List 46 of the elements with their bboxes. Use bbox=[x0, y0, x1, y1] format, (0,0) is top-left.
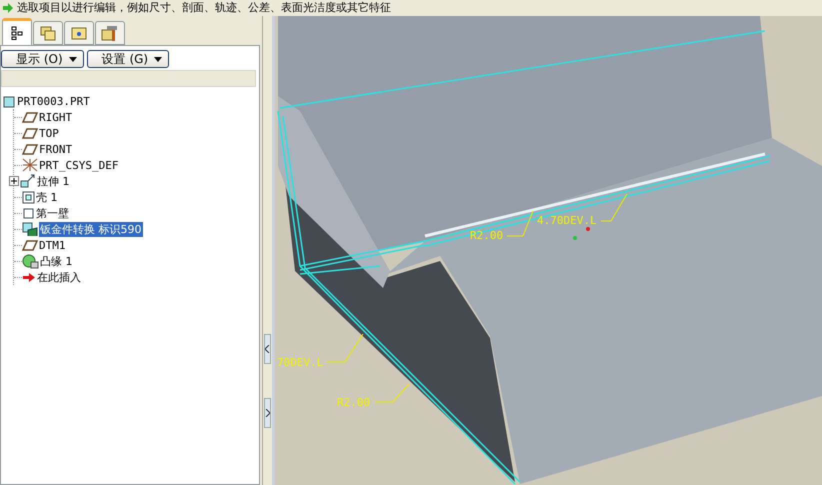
arrow-icon bbox=[2, 3, 14, 13]
datum-plane-icon bbox=[22, 128, 38, 138]
dropdown-button[interactable]: 设置 (G) bbox=[86, 50, 170, 68]
wall-icon bbox=[22, 206, 35, 220]
leader-line bbox=[600, 194, 628, 222]
arrow-icon bbox=[22, 272, 36, 282]
tree-item[interactable]: 在此插入 bbox=[36, 270, 82, 284]
datum-plane-icon bbox=[22, 144, 38, 154]
tree-item[interactable]: PRT0003.PRT bbox=[16, 94, 91, 108]
dimension-label: 4.70DEV.L bbox=[537, 214, 597, 227]
panel-tab[interactable] bbox=[2, 18, 32, 45]
folders-icon bbox=[40, 25, 56, 41]
caret-icon bbox=[154, 56, 162, 62]
hammer-folder-icon bbox=[101, 24, 119, 42]
dimension-label: R2.00 bbox=[337, 396, 370, 409]
tree-item[interactable]: RIGHT bbox=[38, 110, 74, 124]
caret-icon bbox=[68, 56, 77, 62]
tree-item[interactable]: 凸缘 1 bbox=[39, 254, 74, 268]
leader-line bbox=[326, 334, 364, 362]
tree-item[interactable]: PRT_CSYS_DEF bbox=[38, 158, 120, 172]
tree-icon bbox=[11, 26, 23, 40]
leader-line bbox=[506, 210, 534, 236]
part-icon bbox=[3, 94, 16, 108]
flange-icon bbox=[22, 254, 39, 268]
dimension-label: R2.00 bbox=[470, 229, 504, 242]
tree-item[interactable]: DTM1 bbox=[38, 238, 66, 252]
leader-line bbox=[374, 384, 410, 402]
datum-plane-icon bbox=[22, 240, 38, 250]
tree-item[interactable]: 钣金件转换 标识590 bbox=[39, 222, 142, 236]
dimension-label: 70DEV.L bbox=[277, 356, 324, 369]
tree-item[interactable]: FRONT bbox=[38, 142, 74, 156]
expand-handle[interactable] bbox=[264, 398, 271, 428]
tree-item[interactable]: 壳 1 bbox=[35, 190, 58, 204]
tree-item[interactable]: 拉伸 1 bbox=[36, 174, 70, 188]
extrude-icon bbox=[20, 174, 36, 188]
coordinate-system-icon bbox=[22, 158, 38, 172]
dropdown-button[interactable]: 显示 (O) bbox=[1, 50, 84, 68]
tree-item[interactable]: 第一壁 bbox=[35, 206, 70, 220]
tree-item[interactable]: TOP bbox=[38, 126, 60, 140]
sheet-metal-icon bbox=[22, 222, 39, 236]
datum-plane-icon bbox=[22, 112, 38, 122]
origin-marker-icon bbox=[573, 227, 590, 240]
expand-toggle[interactable] bbox=[9, 176, 19, 186]
status-message: 选取项目以进行编辑，例如尺寸、剖面、轨迹、公差、表面光洁度或其它特征 bbox=[17, 1, 391, 15]
collapse-handle[interactable] bbox=[264, 334, 271, 364]
shell-icon bbox=[22, 190, 35, 204]
